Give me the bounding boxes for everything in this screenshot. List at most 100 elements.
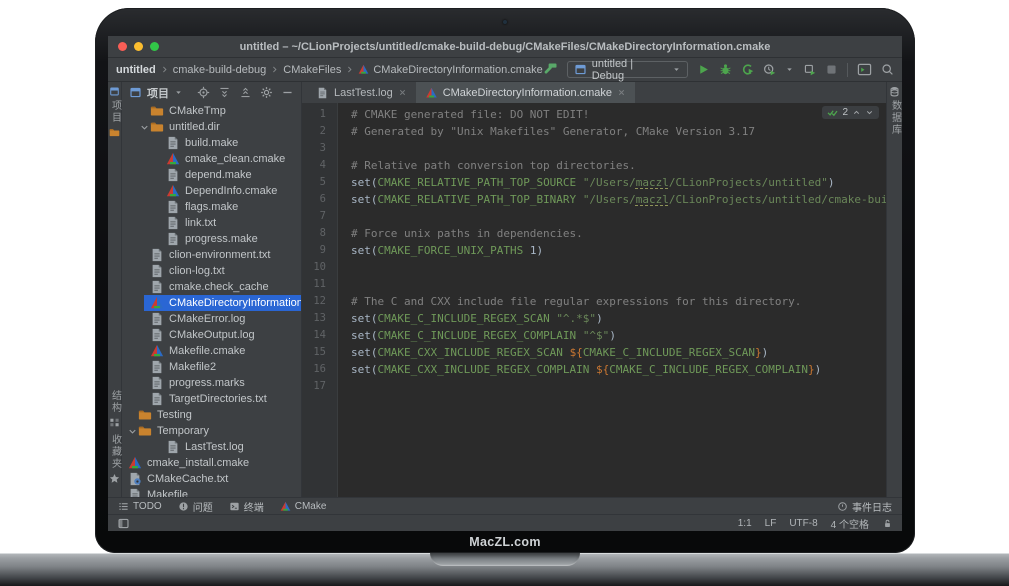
tree-item[interactable]: Makefile2 xyxy=(122,359,301,375)
folder-icon xyxy=(150,105,164,118)
toolwindow-button-cmake[interactable]: CMake xyxy=(280,499,327,514)
structure-tab-label: 结构 xyxy=(109,390,121,414)
tree-item[interactable]: CMakeTmp xyxy=(122,103,301,119)
hide-panel-icon[interactable] xyxy=(281,86,294,99)
tree-item-label: Makefile.cmake xyxy=(169,345,245,357)
sidebar-tab-favorites[interactable]: 收藏夹 xyxy=(108,434,121,484)
select-opened-file-icon[interactable] xyxy=(197,86,210,99)
line-number: 14 xyxy=(302,327,326,344)
close-window-button[interactable] xyxy=(118,42,127,51)
toolwindow-button-问题[interactable]: 问题 xyxy=(178,499,213,514)
file-icon xyxy=(150,313,164,326)
right-toolwindow-bar: 数据库 xyxy=(886,82,902,497)
attach-process-icon[interactable] xyxy=(803,63,816,76)
lock-icon[interactable] xyxy=(882,518,893,529)
caret-position[interactable]: 1:1 xyxy=(738,518,752,529)
line-number: 7 xyxy=(302,208,326,225)
tree-item[interactable]: depend.make xyxy=(122,167,301,183)
run-configuration-select[interactable]: untitled | Debug xyxy=(567,61,688,78)
breadcrumb-item[interactable]: untitled xyxy=(116,64,156,76)
next-problem-icon[interactable] xyxy=(865,108,874,117)
project-tab-icon xyxy=(109,86,120,97)
line-number: 1 xyxy=(302,106,326,123)
build-hammer-icon[interactable] xyxy=(543,62,558,77)
tree-item-label: CMakeTmp xyxy=(169,105,226,117)
close-icon[interactable] xyxy=(617,88,626,97)
filegear-icon xyxy=(128,473,142,486)
profiler-chevron-icon[interactable] xyxy=(785,65,794,74)
toolwindow-button-todo[interactable]: TODO xyxy=(118,499,162,514)
list-icon xyxy=(118,501,129,512)
debug-button[interactable] xyxy=(719,63,732,76)
tree-item[interactable]: Makefile.cmake xyxy=(122,343,301,359)
tree-item[interactable]: Testing xyxy=(122,407,301,423)
project-panel-title[interactable]: 项目 xyxy=(147,85,169,101)
sidebar-tab-database[interactable]: 数据库 xyxy=(887,86,902,136)
chevron-down-icon[interactable] xyxy=(127,426,138,437)
collapse-all-icon[interactable] xyxy=(239,86,252,99)
zoom-window-button[interactable] xyxy=(150,42,159,51)
chevron-down-icon[interactable] xyxy=(174,88,183,97)
breadcrumb-item[interactable]: CMakeDirectoryInformation.cmake xyxy=(373,64,542,76)
tree-item[interactable]: clion-environment.txt xyxy=(122,247,301,263)
sidebar-tab-structure[interactable]: 结构 xyxy=(108,390,121,428)
tree-item[interactable]: flags.make xyxy=(122,199,301,215)
tree-item[interactable]: progress.make xyxy=(122,231,301,247)
expand-all-icon[interactable] xyxy=(218,86,231,99)
tree-item-label: build.make xyxy=(185,137,238,149)
tab-cmakedirectoryinformation[interactable]: CMakeDirectoryInformation.cmake xyxy=(416,82,635,103)
run-anything-icon[interactable] xyxy=(857,62,872,77)
code-editor[interactable]: 1234567891011121314151617 # CMAKE genera… xyxy=(302,103,886,497)
tab-lasttest-log[interactable]: LastTest.log xyxy=(307,82,416,103)
code-content: # CMAKE generated file: DO NOT EDIT!# Ge… xyxy=(338,103,886,497)
profiler-icon[interactable] xyxy=(763,63,776,76)
tree-item[interactable]: untitled.dir xyxy=(122,119,301,135)
file-icon xyxy=(150,377,164,390)
structure-icon xyxy=(109,417,120,428)
close-icon[interactable] xyxy=(398,88,407,97)
minimize-window-button[interactable] xyxy=(134,42,143,51)
toolwindow-button-label: TODO xyxy=(133,501,162,512)
chevron-down-icon[interactable] xyxy=(139,122,150,133)
folder-icon xyxy=(138,409,152,422)
tree-item[interactable]: CMakeError.log xyxy=(122,311,301,327)
run-button[interactable] xyxy=(697,63,710,76)
sidebar-tab-project[interactable]: 项目 xyxy=(108,86,121,138)
file-icon xyxy=(316,87,329,99)
indent-setting[interactable]: 4 个空格 xyxy=(831,516,869,531)
tree-item[interactable]: link.txt xyxy=(122,215,301,231)
tree-item-selected[interactable]: CMakeDirectoryInformation.cmake xyxy=(122,295,301,311)
coverage-run-icon[interactable] xyxy=(741,63,754,76)
tree-item[interactable]: cmake.check_cache xyxy=(122,279,301,295)
run-toolbar: untitled | Debug xyxy=(543,61,894,78)
toolwindow-button-终端[interactable]: 终端 xyxy=(229,499,264,514)
tree-item[interactable]: DependInfo.cmake xyxy=(122,183,301,199)
line-number: 11 xyxy=(302,276,326,293)
breadcrumb-item[interactable]: cmake-build-debug xyxy=(173,64,267,76)
tree-item[interactable]: LastTest.log xyxy=(122,439,301,455)
event-log-button[interactable]: 事件日志 xyxy=(837,499,892,514)
line-separator[interactable]: LF xyxy=(765,518,777,529)
breadcrumb-item[interactable]: CMakeFiles xyxy=(283,64,341,76)
tree-item[interactable]: cmake_install.cmake xyxy=(122,455,301,471)
file-encoding[interactable]: UTF-8 xyxy=(789,518,817,529)
project-panel-header: 项目 xyxy=(122,82,301,103)
tree-item[interactable]: TargetDirectories.txt xyxy=(122,391,301,407)
tree-item[interactable]: Temporary xyxy=(122,423,301,439)
tree-item[interactable]: progress.marks xyxy=(122,375,301,391)
search-everywhere-icon[interactable] xyxy=(881,63,894,76)
tree-item[interactable]: clion-log.txt xyxy=(122,263,301,279)
tree-item[interactable]: cmake_clean.cmake xyxy=(122,151,301,167)
gear-icon[interactable] xyxy=(260,86,273,99)
prev-problem-icon[interactable] xyxy=(852,108,861,117)
tab-label: LastTest.log xyxy=(334,87,393,99)
toolwindow-toggle-icon[interactable] xyxy=(117,517,130,530)
inspection-widget[interactable]: 2 xyxy=(822,106,879,119)
tree-item[interactable]: CMakeCache.txt xyxy=(122,471,301,487)
tree-item[interactable]: CMakeOutput.log xyxy=(122,327,301,343)
tree-item[interactable]: build.make xyxy=(122,135,301,151)
code-line xyxy=(351,276,886,293)
traffic-lights xyxy=(108,42,159,51)
tree-item[interactable]: Makefile xyxy=(122,487,301,497)
terminal-icon xyxy=(229,501,240,512)
